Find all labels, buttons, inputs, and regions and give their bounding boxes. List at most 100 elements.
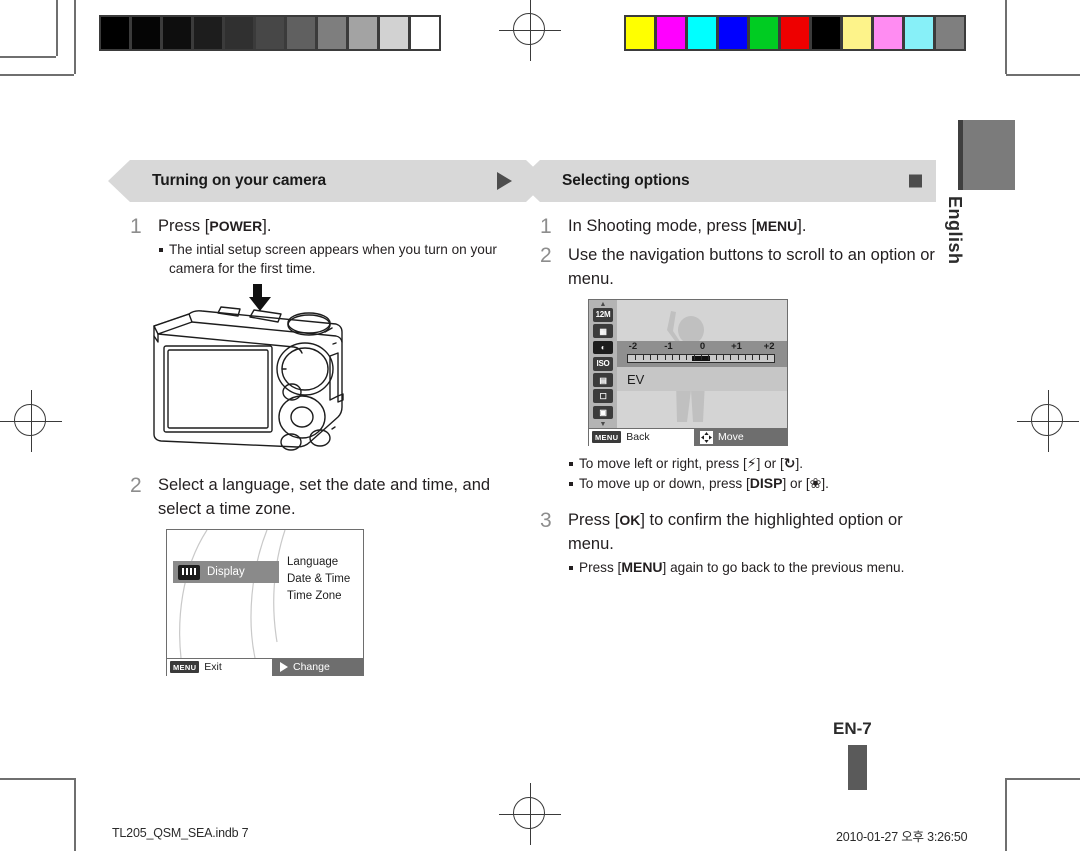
crop-mark-top-left-inner-h <box>0 56 56 58</box>
ev-tick <box>686 355 688 360</box>
timer-icon: ↻ <box>783 456 796 472</box>
grayscale-swatch <box>316 15 348 51</box>
ev-scale-row: -2 -1 0 +1 +2 <box>617 341 787 367</box>
square-icon <box>909 174 922 188</box>
color-swatch <box>748 15 780 51</box>
face-detection-off-icon[interactable]: ☐ <box>593 389 613 404</box>
lcd-option-item[interactable]: Language <box>287 554 350 571</box>
press-suffix: ]. <box>262 217 272 235</box>
bullet-text: ]. <box>821 476 829 491</box>
bullet-text: ] or [ <box>782 476 810 491</box>
step-1-left: 1 Press [POWER]. The intial setup screen… <box>130 214 526 278</box>
grayscale-swatch <box>223 15 255 51</box>
lcd-option-item[interactable]: Time Zone <box>287 588 350 605</box>
ev-tick <box>664 355 666 360</box>
page-number: EN-7 <box>833 719 872 738</box>
ev-icon[interactable]: ◐ <box>593 340 613 355</box>
language-tab-block <box>958 120 1015 190</box>
bullet-item: The intial setup screen appears when you… <box>158 240 526 278</box>
bullet-item: To move up or down, press [DISP] or [❀]. <box>568 474 936 494</box>
ev-scale-track[interactable] <box>627 354 775 363</box>
grayscale-swatch <box>347 15 379 51</box>
right-column: Selecting options 1 In Shooting mode, pr… <box>518 160 936 577</box>
section-title-right: Selecting options <box>562 172 690 189</box>
registration-mark-left <box>0 390 62 452</box>
quality-icon[interactable]: ▦ <box>593 324 613 339</box>
ev-tick <box>744 355 746 360</box>
crop-mark-top-left-h <box>0 74 74 76</box>
lcd-option-list: Language Date & Time Time Zone <box>287 554 350 605</box>
section-title-left: Turning on your camera <box>152 172 327 189</box>
color-calibration-bar <box>624 15 966 51</box>
manual-page: Turning on your camera 1 Press [POWER]. … <box>0 0 1080 851</box>
lcd-option-item[interactable]: Date & Time <box>287 571 350 588</box>
section-header-turning-on: Turning on your camera <box>108 160 548 202</box>
color-swatch <box>810 15 842 51</box>
bullet-text: ] or [ <box>756 456 784 471</box>
header-notch-left <box>108 160 130 202</box>
section-marker-right <box>909 174 922 188</box>
step-number: 3 <box>540 509 552 532</box>
step-3-right: 3 Press [OK] to confirm the highlighted … <box>540 508 936 577</box>
ev-tick <box>679 355 681 360</box>
step-text: Press [OK] to confirm the highlighted op… <box>568 508 936 556</box>
step-number: 2 <box>130 474 142 497</box>
step-text: Press [POWER]. <box>158 214 526 238</box>
step-number: 2 <box>540 244 552 267</box>
ev-tick <box>722 355 724 360</box>
navigation-pad-icon <box>700 430 713 444</box>
lcd-bar-right-label: Change <box>293 661 330 673</box>
page-number-bar <box>848 745 867 790</box>
header-notch-left <box>518 160 540 202</box>
color-swatch <box>841 15 873 51</box>
power-button-arrow-icon <box>249 284 271 311</box>
color-swatch <box>686 15 718 51</box>
menu-key-icon: MENU <box>170 661 200 673</box>
white-balance-icon[interactable]: ▤ <box>593 373 613 387</box>
key-power: POWER <box>209 218 263 234</box>
ev-tick <box>715 355 717 360</box>
step-text: Select a language, set the date and time… <box>158 476 491 518</box>
step-text: In Shooting mode, press [MENU]. <box>568 214 936 238</box>
ev-tick <box>701 355 702 360</box>
step-number: 1 <box>130 215 142 238</box>
step-3-bullets: Press [MENU] again to go back to the pre… <box>568 558 936 577</box>
step-text-prefix: Press [ <box>568 511 620 529</box>
iso-icon[interactable]: ISO <box>593 356 613 371</box>
step-2-right: 2 Use the navigation buttons to scroll t… <box>540 243 936 291</box>
left-column: Turning on your camera 1 Press [POWER]. … <box>108 160 548 676</box>
menu-key-icon: MENU <box>592 431 622 443</box>
ev-label: 0 <box>699 341 706 352</box>
press-prefix: Press [ <box>158 217 210 235</box>
bullet-text: ] again to go back to the previous menu. <box>662 560 905 575</box>
lcd-bar-right: Move <box>694 427 787 446</box>
color-swatch <box>872 15 904 51</box>
language-tab-label: English <box>945 196 965 265</box>
lcd-selected-item-display[interactable]: Display <box>173 561 279 583</box>
lcd-bar-right: Change <box>272 657 363 676</box>
bullet-item: Press [MENU] again to go back to the pre… <box>568 558 936 577</box>
resolution-icon[interactable]: 12M <box>593 308 613 322</box>
triangle-right-icon <box>280 662 288 672</box>
triangle-right-icon <box>497 172 512 190</box>
footer-timestamp: 2010-01-27 오후 3:26:50 <box>836 830 968 844</box>
ev-tick <box>708 355 710 360</box>
camera-illustration <box>142 284 372 459</box>
color-swatch <box>779 15 811 51</box>
crop-mark-top-left-v <box>74 0 76 74</box>
section-marker-left <box>497 172 512 190</box>
ev-tick <box>759 355 761 360</box>
ev-label: +2 <box>763 341 775 352</box>
ev-label: -1 <box>664 341 673 352</box>
lcd-icon-column: ▲ 12M ▦ ◐ ISO ▤ ☐ ▣ ▼ <box>589 300 617 428</box>
ev-tick <box>752 355 754 360</box>
focus-area-icon[interactable]: ▣ <box>593 405 613 420</box>
step-number: 1 <box>540 215 552 238</box>
ev-label: -2 <box>628 341 638 352</box>
registration-mark-right <box>1017 390 1079 452</box>
grayscale-swatch <box>192 15 224 51</box>
lcd-bar-left-label: Exit <box>204 661 222 673</box>
crop-mark-bottom-right-v <box>1005 778 1007 851</box>
grayscale-swatch <box>254 15 286 51</box>
crop-mark-bottom-right-h <box>1006 778 1080 780</box>
